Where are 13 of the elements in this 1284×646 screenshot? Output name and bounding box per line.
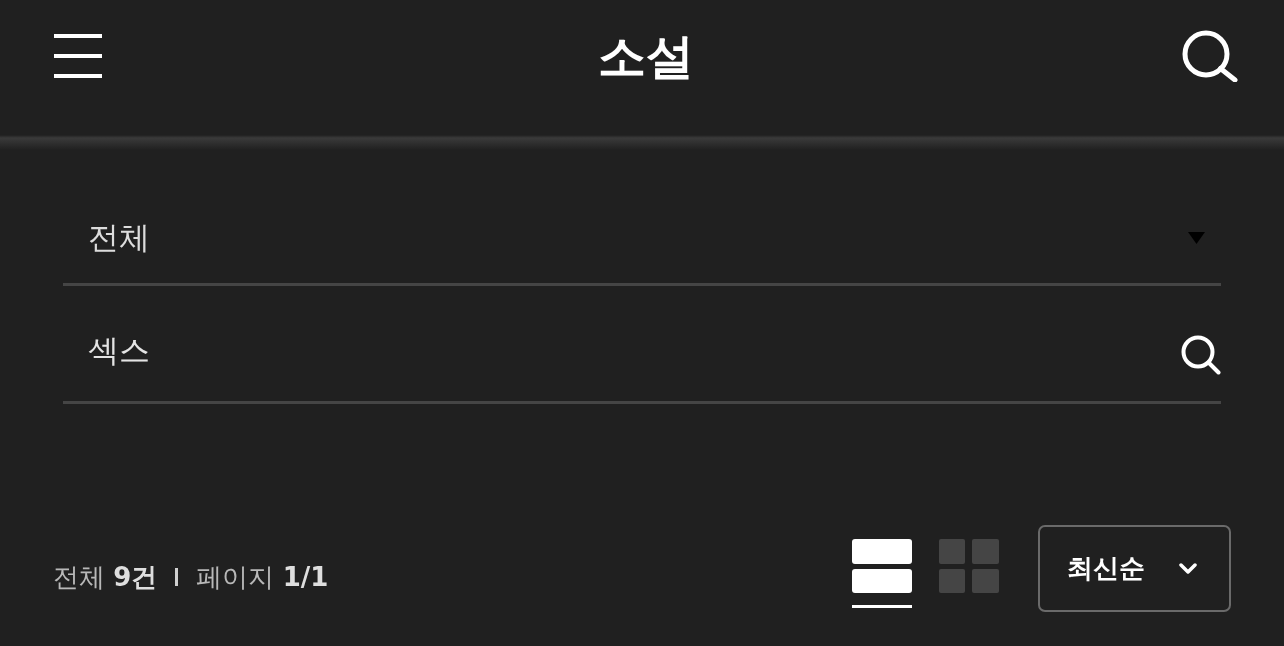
list-view-icon [852, 539, 912, 593]
search-input[interactable]: 섹스 [88, 328, 1181, 373]
menu-icon[interactable] [54, 34, 102, 78]
category-select[interactable]: 전체 [63, 203, 1221, 286]
caret-down-icon [1188, 232, 1205, 244]
sort-dropdown[interactable]: 최신순 [1038, 525, 1231, 612]
total-count: 전체 9건 [53, 560, 158, 594]
page-title: 소설 [598, 29, 694, 83]
chevron-down-icon [1179, 563, 1197, 574]
search-icon[interactable] [1182, 30, 1238, 82]
search-icon[interactable] [1181, 334, 1221, 375]
page-count: 페이지 1/1 [196, 560, 329, 594]
grid-view-icon [939, 539, 999, 593]
